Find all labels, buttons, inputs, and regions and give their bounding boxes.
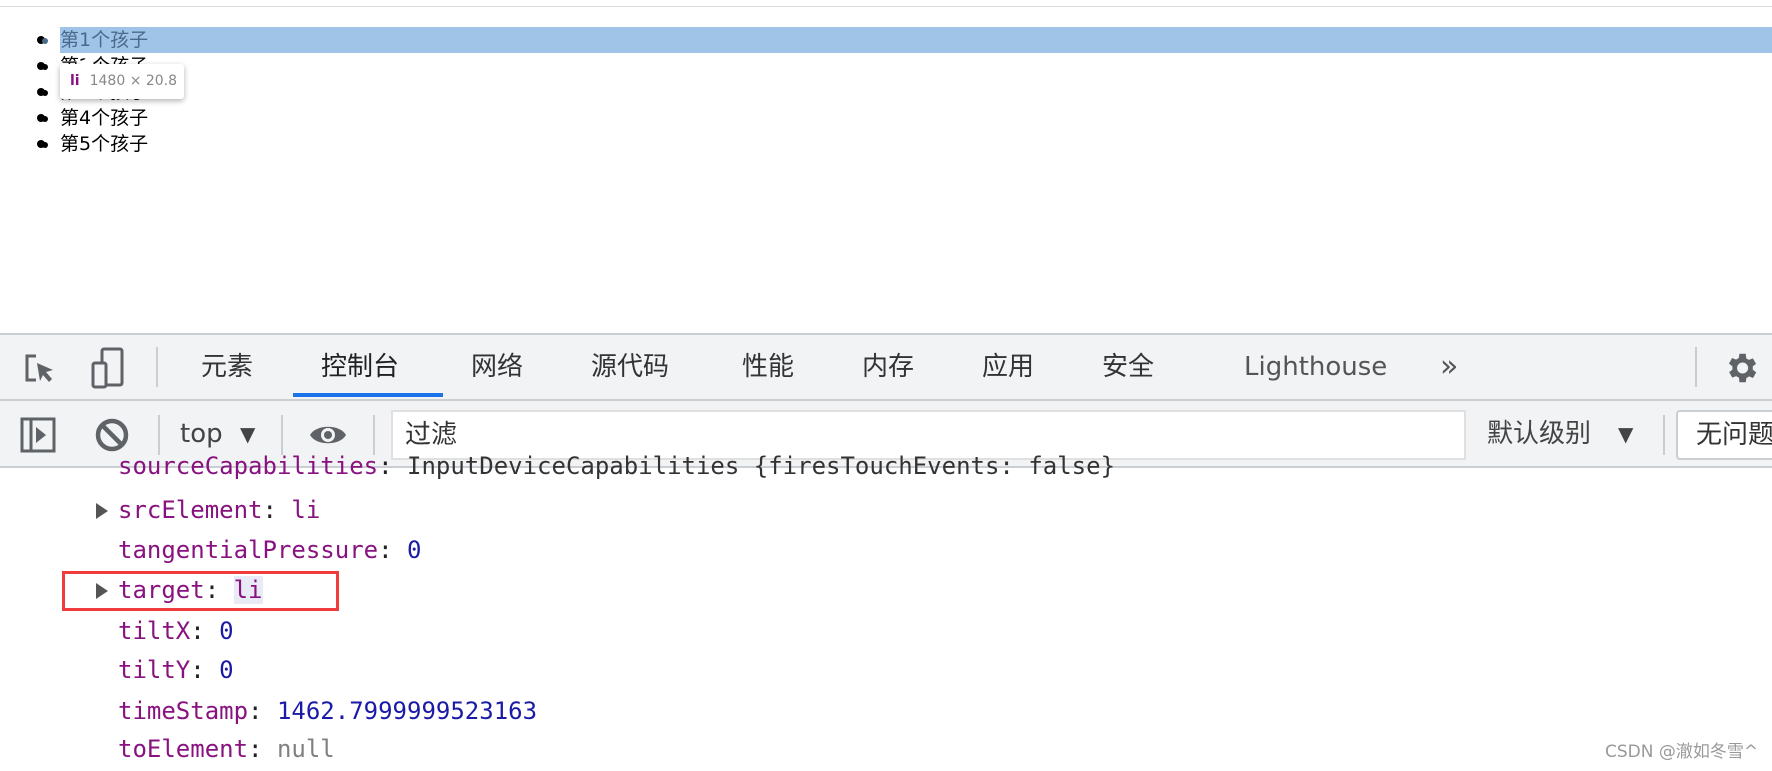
tab-elements[interactable]: 元素 (201, 335, 253, 399)
expand-triangle-icon[interactable] (96, 503, 108, 519)
tab-console[interactable]: 控制台 (321, 335, 399, 399)
tab-lighthouse[interactable]: Lighthouse (1244, 335, 1387, 399)
log-level-dropdown[interactable]: 默认级别 (1487, 401, 1591, 468)
tooltip-tag: li (70, 73, 80, 89)
divider (158, 415, 160, 455)
tooltip-size: 1480 × 20.8 (89, 73, 178, 89)
list-item[interactable]: 第5个孩子 (60, 131, 148, 157)
property-value: null (276, 735, 335, 763)
more-tabs-button[interactable]: » (1440, 335, 1458, 399)
tab-application[interactable]: 应用 (982, 335, 1034, 399)
divider (373, 415, 375, 455)
inspect-highlight (60, 27, 1772, 53)
device-toolbar-icon[interactable] (90, 347, 126, 389)
property-value: 0 (219, 656, 234, 684)
property-key: timeStamp (118, 697, 249, 725)
list-item[interactable]: 第1个孩子 (60, 27, 148, 53)
element-tooltip: li 1480 × 20.8 (60, 57, 184, 99)
property-key: srcElement (118, 496, 263, 524)
console-row: timeStamp: 1462.7999999523163 (118, 697, 538, 725)
issues-button[interactable]: 无问题 (1676, 410, 1772, 460)
property-key: tiltY (118, 656, 191, 684)
settings-gear-icon[interactable] (1722, 349, 1760, 387)
live-expression-eye-icon[interactable] (308, 421, 348, 449)
property-key: tiltX (118, 617, 191, 645)
list-item[interactable]: 第4个孩子 (60, 105, 148, 131)
property-key: toElement (118, 735, 249, 763)
divider (1663, 415, 1665, 455)
clear-console-icon[interactable] (94, 417, 130, 453)
divider (156, 347, 158, 387)
console-row: tiltX: 0 (118, 617, 234, 645)
tab-sources[interactable]: 源代码 (591, 335, 669, 399)
tab-performance[interactable]: 性能 (742, 335, 794, 399)
console-row[interactable]: sourceCapabilities: InputDeviceCapabilit… (118, 451, 1116, 486)
property-value[interactable]: li (291, 496, 320, 524)
property-value: 0 (407, 536, 422, 564)
console-row: tangentialPressure: 0 (118, 536, 422, 564)
property-value: 0 (219, 617, 234, 645)
show-sidebar-icon[interactable] (20, 417, 56, 453)
tab-network[interactable]: 网络 (471, 335, 523, 399)
property-key: sourceCapabilities (118, 452, 379, 480)
active-tab-indicator (293, 393, 443, 397)
console-row[interactable]: srcElement: li (96, 490, 320, 530)
divider (1695, 347, 1697, 387)
devtools-tabbar: 元素 控制台 网络 源代码 性能 内存 应用 安全 Lighthouse » (0, 335, 1772, 401)
tab-security[interactable]: 安全 (1102, 335, 1154, 399)
property-value: 1462.7999999523163 (276, 697, 538, 725)
annotation-highlight-box (62, 571, 339, 611)
tab-memory[interactable]: 内存 (862, 335, 914, 399)
console-row: tiltY: 0 (118, 656, 234, 684)
watermark: CSDN @澈如冬雪^ (1605, 742, 1759, 762)
chevron-down-icon[interactable]: ▼ (1618, 401, 1633, 468)
console-row: toElement: null (118, 735, 335, 763)
property-key: tangentialPressure (118, 536, 379, 564)
page-top-border (0, 6, 1772, 7)
divider (281, 415, 283, 455)
property-value: InputDeviceCapabilities {firesTouchEvent… (407, 452, 1116, 480)
inspect-element-icon[interactable] (22, 351, 58, 387)
